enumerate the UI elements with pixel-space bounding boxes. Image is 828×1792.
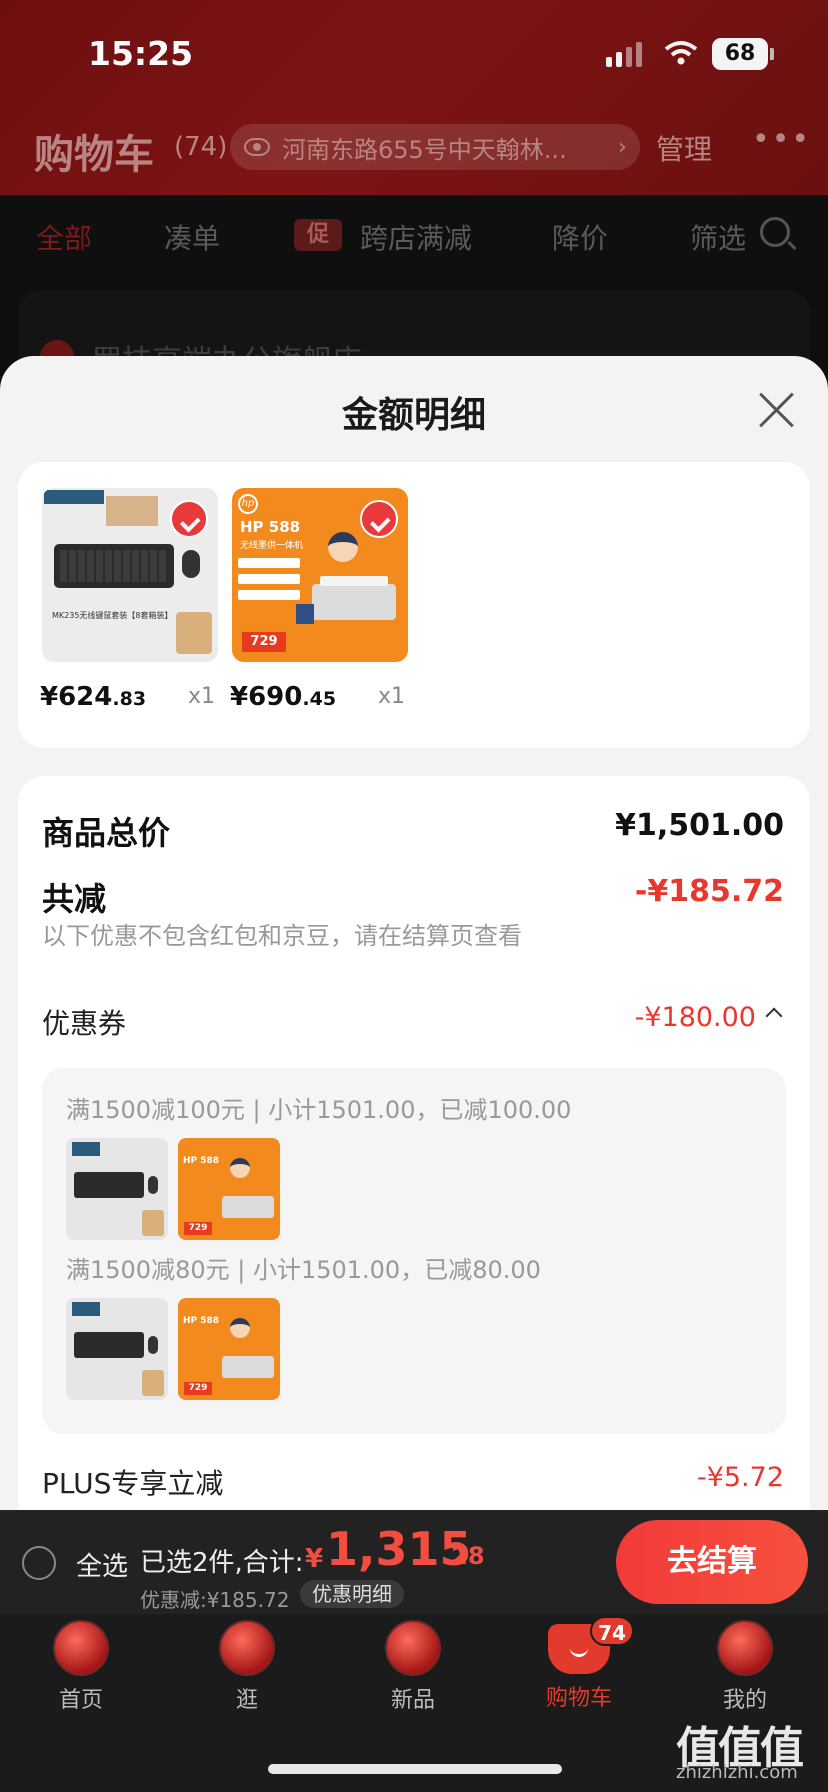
- discount-label: 共减: [42, 880, 107, 918]
- discount-value: -¥185.72: [634, 874, 784, 909]
- product-tag-price: 729: [242, 632, 286, 652]
- item-qty: x1: [378, 684, 406, 709]
- manage-button[interactable]: 管理: [656, 128, 712, 168]
- battery-level: 68: [712, 38, 768, 70]
- cart-count: (74): [174, 132, 228, 162]
- checked-icon[interactable]: [360, 500, 398, 538]
- home-icon: [53, 1620, 109, 1676]
- page: 15:25 68 购物车 (74) 河南东路655号中天翰林... › 管理 •…: [0, 0, 828, 1792]
- selected-items-card: MK235无线键鼠套装【8套箱装】 ¥624.83 x1 hp HP 588 无…: [18, 462, 810, 748]
- gift-bag-illustration: [176, 612, 212, 654]
- chevron-right-icon: ›: [618, 134, 627, 160]
- coupon-details: 满1500减100元 | 小计1501.00，已减100.00 HP 588 72…: [42, 1068, 786, 1434]
- logitech-logo: [44, 490, 104, 504]
- cart-badge: 74: [590, 1616, 634, 1646]
- nav-label: 新品: [390, 1688, 435, 1713]
- tab-cross-store[interactable]: 跨店满减: [360, 217, 472, 257]
- home-indicator[interactable]: [268, 1764, 562, 1774]
- thumb-printer: HP 588 729: [178, 1138, 280, 1240]
- tab-price-drop[interactable]: 降价: [552, 217, 608, 257]
- select-all-radio[interactable]: [22, 1546, 56, 1580]
- coupon-rule: 满1500减100元 | 小计1501.00，已减100.00: [66, 1096, 572, 1124]
- product-image-printer[interactable]: hp HP 588 无线墨供一体机 729: [232, 488, 408, 662]
- select-all-label[interactable]: 全选: [76, 1546, 128, 1583]
- mouse-illustration: [182, 550, 200, 578]
- ink-bottles-illustration: [296, 604, 314, 624]
- selected-count: 已选2件,合计:: [140, 1548, 304, 1578]
- plus-discount-label: PLUS专享立减: [42, 1467, 224, 1500]
- status-time: 15:25: [88, 34, 194, 73]
- browse-icon: [219, 1620, 275, 1676]
- nav-label: 逛: [235, 1688, 258, 1713]
- hp-logo: hp: [238, 494, 258, 514]
- filter-tabs: 全部 凑单 促 跨店满减 降价 筛选: [0, 195, 828, 275]
- item-price: ¥624.83: [40, 682, 147, 712]
- nav-label: 我的: [722, 1688, 767, 1713]
- checked-icon[interactable]: [170, 500, 208, 538]
- profile-icon: [717, 1620, 773, 1676]
- new-products-icon: [385, 1620, 441, 1676]
- tab-all[interactable]: 全部: [36, 217, 92, 257]
- tab-filter[interactable]: 筛选: [690, 217, 746, 257]
- thumb-printer: HP 588 729: [178, 1298, 280, 1400]
- plus-discount-value: -¥5.72: [696, 1462, 784, 1493]
- total-value: ¥1,501.00: [615, 808, 784, 843]
- promo-tag: [238, 590, 300, 600]
- coupon-label[interactable]: 优惠券: [42, 1002, 126, 1042]
- product-box: [106, 496, 158, 526]
- mascot-illustration: [328, 532, 358, 562]
- watermark-url: zhizhizhi.com: [676, 1762, 798, 1783]
- chevron-up-icon[interactable]: [765, 1007, 783, 1025]
- discount-summary: 优惠减:¥185.72: [140, 1588, 290, 1612]
- thumb-keyboard: [66, 1138, 168, 1240]
- total-currency: ¥: [305, 1544, 324, 1574]
- coupon-value[interactable]: -¥180.00: [635, 1002, 756, 1033]
- checkout-bar: 全选 已选2件,合计: ¥ 1,315 .28 优惠减:¥185.72 优惠明细…: [0, 1510, 828, 1614]
- search-icon[interactable]: [760, 217, 790, 247]
- product-subtitle: 无线墨供一体机: [240, 541, 304, 551]
- promo-badge: 促: [294, 219, 342, 251]
- tab-combine[interactable]: 凑单: [164, 217, 220, 257]
- address-selector[interactable]: 河南东路655号中天翰林... ›: [230, 124, 640, 170]
- nav-new[interactable]: 新品: [358, 1620, 468, 1714]
- page-title: 购物车: [34, 132, 154, 178]
- item-price: ¥690.45: [230, 682, 337, 712]
- eye-icon: [244, 138, 270, 156]
- more-icon[interactable]: •••: [752, 122, 811, 157]
- promo-tag: [238, 558, 300, 568]
- thumb-keyboard: [66, 1298, 168, 1400]
- close-icon[interactable]: [756, 390, 796, 430]
- battery-tip: [770, 48, 774, 60]
- nav-home[interactable]: 首页: [26, 1620, 136, 1714]
- nav-label: 购物车: [545, 1686, 612, 1711]
- nav-browse[interactable]: 逛: [192, 1620, 302, 1714]
- discount-detail-button[interactable]: 优惠明细: [300, 1580, 404, 1608]
- product-image-keyboard[interactable]: MK235无线键鼠套装【8套箱装】: [42, 488, 218, 662]
- signal-icon: [606, 42, 642, 67]
- coupon-rule: 满1500减80元 | 小计1501.00，已减80.00: [66, 1256, 541, 1284]
- product-brand: HP 588: [240, 518, 301, 536]
- nav-label: 首页: [58, 1688, 103, 1713]
- nav-cart[interactable]: 74 购物车: [524, 1616, 634, 1712]
- checkout-button[interactable]: 去结算: [616, 1520, 808, 1604]
- discount-note: 以下优惠不包含红包和京豆，请在结算页查看: [42, 922, 522, 950]
- address-text: 河南东路655号中天翰林...: [282, 135, 567, 164]
- keyboard-illustration: [54, 544, 174, 588]
- total-decimals: .28: [442, 1542, 485, 1570]
- sheet-title: 金额明细: [341, 395, 486, 436]
- nav-me[interactable]: 我的: [690, 1620, 800, 1714]
- cart-header: 15:25 68 购物车 (74) 河南东路655号中天翰林... › 管理 •…: [0, 0, 828, 195]
- item-qty: x1: [188, 684, 216, 709]
- product-caption: MK235无线键鼠套装【8套箱装】: [52, 611, 173, 620]
- wifi-icon: [664, 41, 698, 65]
- printer-illustration: [312, 576, 396, 620]
- total-label: 商品总价: [42, 814, 171, 852]
- promo-tag: [238, 574, 300, 584]
